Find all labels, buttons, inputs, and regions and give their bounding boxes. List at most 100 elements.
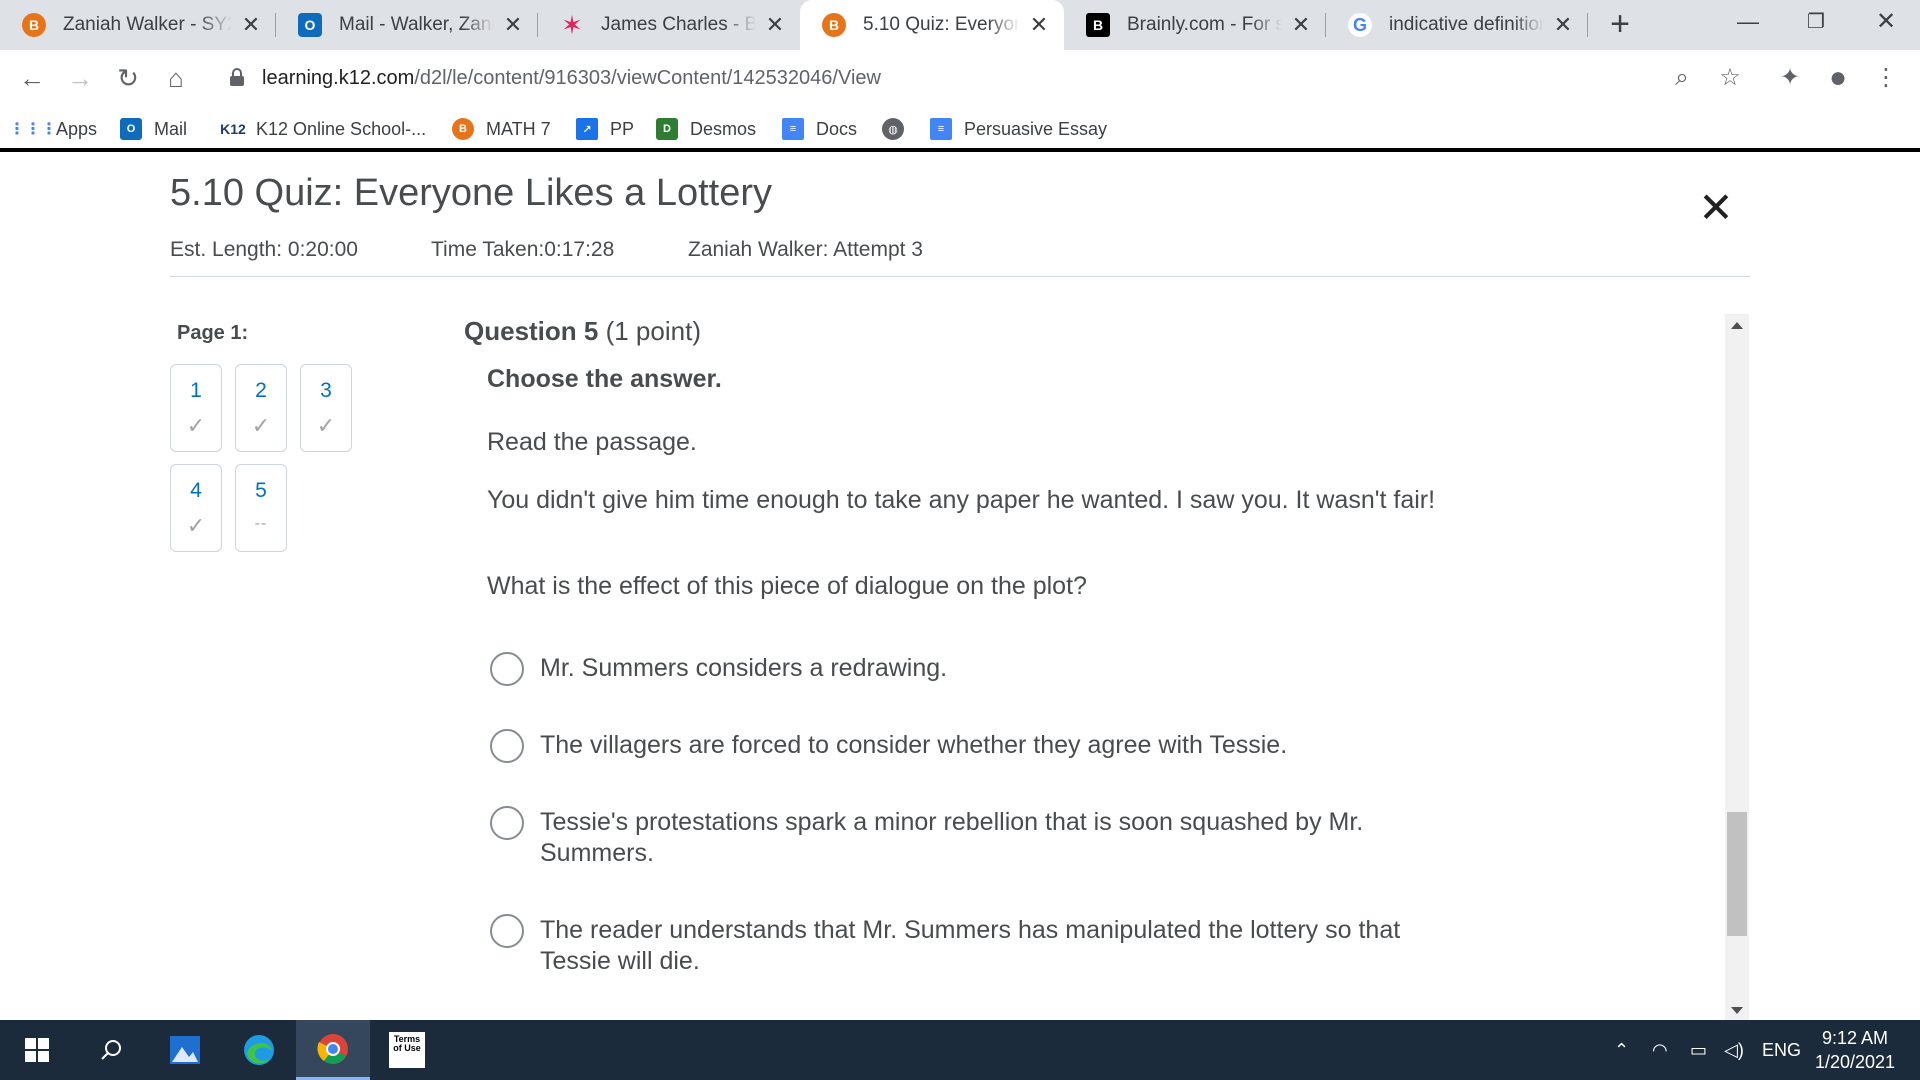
star-icon: ✶ bbox=[561, 9, 583, 40]
url-text[interactable]: learning.k12.com/d2l/le/content/916303/v… bbox=[262, 67, 881, 90]
language-indicator[interactable]: ENG bbox=[1762, 1020, 1801, 1080]
zoom-icon[interactable]: ⌕ bbox=[1664, 60, 1700, 96]
content-scrollbar[interactable] bbox=[1725, 314, 1749, 1020]
apps-grid-icon: ⋮⋮⋮ bbox=[9, 121, 57, 138]
question-number: 5 bbox=[255, 479, 267, 502]
check-icon: ✓ bbox=[186, 513, 206, 538]
question-nav-3[interactable]: 3 ✓ bbox=[300, 364, 352, 452]
minimize-icon[interactable]: — bbox=[1718, 0, 1778, 44]
tab-title: Zaniah Walker - SY2020 bbox=[63, 14, 232, 35]
brainly-icon: B bbox=[1086, 13, 1110, 37]
question-nav-2[interactable]: 2 ✓ bbox=[235, 364, 287, 452]
close-tab-icon[interactable]: ✕ bbox=[240, 12, 262, 38]
buzz-icon: B bbox=[452, 118, 474, 140]
bookmark-desmos[interactable]: D Desmos bbox=[656, 115, 756, 143]
bookmark-label: Mail bbox=[154, 118, 188, 139]
menu-kebab-icon[interactable]: ⋮ bbox=[1868, 60, 1904, 96]
system-clock[interactable]: 9:12 AM 1/20/2021 bbox=[1800, 1026, 1910, 1074]
choice-text: Mr. Summers considers a redrawing. bbox=[540, 654, 948, 682]
answer-choice[interactable]: The villagers are forced to consider whe… bbox=[490, 729, 1450, 763]
bookmark-globe[interactable]: ◍ bbox=[882, 115, 916, 143]
tab-title: Brainly.com - For students bbox=[1127, 14, 1282, 35]
question-intro: Read the passage. bbox=[487, 428, 697, 456]
buzz-icon: B bbox=[22, 13, 46, 37]
outlook-icon: O bbox=[120, 118, 142, 140]
radio-button[interactable] bbox=[490, 914, 524, 948]
back-icon[interactable]: ← bbox=[14, 60, 50, 96]
scrollbar-thumb[interactable] bbox=[1727, 812, 1747, 936]
terms-of-use-icon: Terms of Use bbox=[389, 1032, 425, 1068]
radio-button[interactable] bbox=[490, 806, 524, 840]
close-quiz-icon[interactable]: ✕ bbox=[1696, 187, 1736, 229]
bookmark-label: Persuasive Essay bbox=[964, 118, 1108, 139]
question-nav-1[interactable]: 1 ✓ bbox=[170, 364, 222, 452]
close-tab-icon[interactable]: ✕ bbox=[764, 12, 786, 38]
browser-tab[interactable]: O Mail - Walker, Zaniah ✕ bbox=[276, 0, 538, 50]
radio-button[interactable] bbox=[490, 729, 524, 763]
docs-icon: ≡ bbox=[930, 118, 952, 140]
bookmark-mail[interactable]: O Mail bbox=[120, 115, 187, 143]
est-length: Est. Length: 0:20:00 bbox=[170, 238, 358, 261]
question-heading: Question 5 (1 point) bbox=[464, 316, 701, 347]
bookmark-persuasive-essay[interactable]: ≡ Persuasive Essay bbox=[930, 115, 1107, 143]
question-prompt: What is the effect of this piece of dial… bbox=[487, 572, 1087, 600]
attempt-info: Zaniah Walker: Attempt 3 bbox=[688, 238, 923, 261]
question-nav-5[interactable]: 5 -- bbox=[235, 464, 287, 552]
photos-icon[interactable] bbox=[148, 1020, 222, 1080]
header-divider bbox=[170, 276, 1750, 277]
close-tab-icon[interactable]: ✕ bbox=[1552, 12, 1574, 38]
bookmark-docs[interactable]: ≡ Docs bbox=[782, 115, 857, 143]
bookmark-star-icon[interactable]: ☆ bbox=[1712, 60, 1748, 96]
answer-choice[interactable]: The reader understands that Mr. Summers … bbox=[490, 914, 1450, 977]
edge-icon[interactable] bbox=[222, 1020, 296, 1080]
scroll-down-arrow-icon[interactable] bbox=[1731, 1007, 1743, 1014]
tab-title: indicative definition bbox=[1389, 14, 1544, 35]
browser-tab[interactable]: B Zaniah Walker - SY2020 ✕ bbox=[0, 0, 276, 50]
answer-choice[interactable]: Tessie's protestations spark a minor reb… bbox=[490, 806, 1450, 869]
docs-icon: ≡ bbox=[782, 118, 804, 140]
restore-icon[interactable]: ❐ bbox=[1786, 0, 1846, 44]
bookmark-math7[interactable]: B MATH 7 bbox=[452, 115, 551, 143]
time-taken: Time Taken:0:17:28 bbox=[431, 238, 615, 261]
chrome-icon[interactable] bbox=[296, 1020, 370, 1080]
scroll-up-arrow-icon[interactable] bbox=[1731, 322, 1743, 329]
choice-text: Tessie's protestations spark a minor reb… bbox=[540, 808, 1364, 867]
clock-date: 1/20/2021 bbox=[1814, 1052, 1896, 1072]
question-label: Question 5 bbox=[464, 316, 599, 346]
radio-button[interactable] bbox=[490, 652, 524, 686]
profile-avatar-icon[interactable]: ● bbox=[1820, 60, 1856, 96]
address-bar[interactable]: learning.k12.com/d2l/le/content/916303/v… bbox=[218, 58, 1688, 98]
windows-taskbar: Terms of Use ⌃ ◠ ▭ ◁) ENG 9:12 AM 1/20/2… bbox=[0, 1020, 1920, 1080]
question-nav-4[interactable]: 4 ✓ bbox=[170, 464, 222, 552]
google-icon: G bbox=[1348, 13, 1372, 37]
chart-icon: ↗ bbox=[576, 118, 598, 140]
browser-tab[interactable]: ✶ James Charles - Bio, Facts ✕ bbox=[538, 0, 800, 50]
bookmark-apps[interactable]: ⋮⋮⋮ Apps bbox=[9, 115, 98, 143]
browser-tab-active[interactable]: B 5.10 Quiz: Everyone Likes ✕ bbox=[800, 0, 1064, 50]
close-tab-icon[interactable]: ✕ bbox=[1290, 12, 1312, 38]
tray-chevron-icon[interactable]: ⌃ bbox=[1614, 1020, 1629, 1080]
bookmark-pp[interactable]: ↗ PP bbox=[576, 115, 634, 143]
bookmark-label: Apps bbox=[56, 118, 98, 139]
close-tab-icon[interactable]: ✕ bbox=[1028, 12, 1050, 38]
battery-icon[interactable]: ▭ bbox=[1690, 1020, 1707, 1080]
reload-icon[interactable]: ↻ bbox=[110, 60, 146, 96]
browser-tab[interactable]: G indicative definition ✕ bbox=[1326, 0, 1588, 50]
new-tab-button[interactable]: + bbox=[1602, 6, 1638, 42]
close-tab-icon[interactable]: ✕ bbox=[502, 12, 524, 38]
extensions-icon[interactable]: ✦ bbox=[1772, 60, 1808, 96]
answer-choice[interactable]: Mr. Summers considers a redrawing. bbox=[490, 652, 1450, 686]
browser-tab[interactable]: B Brainly.com - For students ✕ bbox=[1064, 0, 1326, 50]
bookmark-k12[interactable]: K12 K12 Online School-... bbox=[218, 115, 426, 143]
forward-icon[interactable]: → bbox=[62, 60, 98, 96]
search-icon[interactable] bbox=[74, 1020, 148, 1080]
terms-of-use-app[interactable]: Terms of Use bbox=[370, 1020, 444, 1080]
tab-title: James Charles - Bio, Facts bbox=[601, 14, 756, 35]
lock-icon bbox=[230, 68, 244, 86]
volume-icon[interactable]: ◁) bbox=[1724, 1020, 1744, 1080]
windows-start-icon[interactable] bbox=[0, 1020, 74, 1080]
question-number: 2 bbox=[255, 379, 267, 402]
home-icon[interactable]: ⌂ bbox=[158, 60, 194, 96]
close-window-icon[interactable]: ✕ bbox=[1856, 0, 1916, 44]
network-icon[interactable]: ◠ bbox=[1652, 1020, 1668, 1080]
